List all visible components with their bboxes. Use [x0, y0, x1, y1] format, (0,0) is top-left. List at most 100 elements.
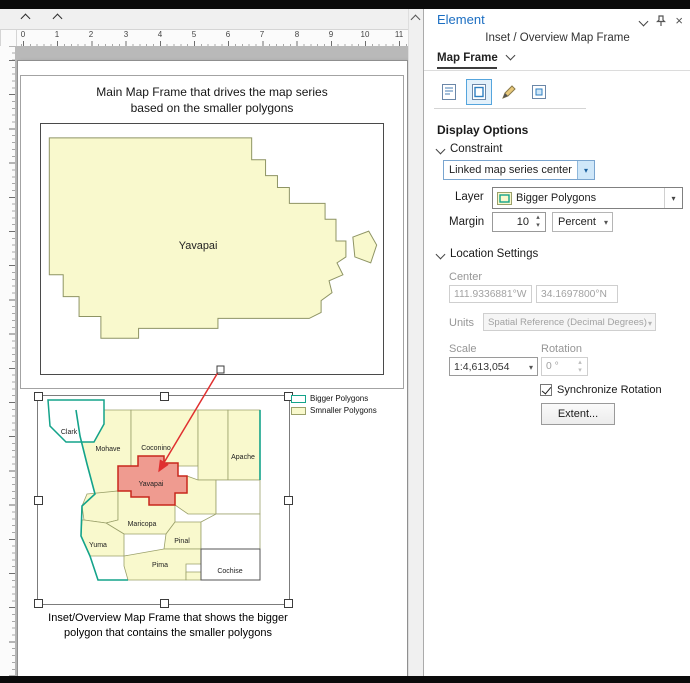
ruler-number: 5	[191, 30, 197, 39]
county-lapaz	[81, 490, 119, 524]
center-latitude-value: 34.1697800°N	[541, 289, 607, 300]
ruler-number: 8	[294, 30, 300, 39]
panel-divider	[424, 70, 690, 71]
spinner-down-icon: ▾	[578, 367, 582, 374]
inset-label-clark: Clark	[61, 429, 78, 436]
center-latitude-field: 34.1697800°N	[536, 285, 618, 303]
extent-button[interactable]: Extent...	[541, 403, 615, 425]
inset-caption: Inset/Overview Map Frame that shows the …	[18, 611, 318, 641]
county-cochise	[200, 548, 261, 581]
element-panel: Element × Inset / Overview Map Frame Map…	[423, 9, 690, 676]
inset-map-frame[interactable]: Clark Mohave Coconino Apache Yavapai Mar…	[34, 392, 293, 608]
constraint-heading: Constraint	[450, 143, 503, 155]
dropdown-arrow-icon[interactable]: ▾	[664, 188, 682, 208]
neighbor-sliver	[352, 230, 378, 264]
dropdown-arrow-icon[interactable]: ▾	[529, 363, 533, 372]
main-map-box[interactable]: Yavapai	[40, 123, 384, 375]
close-icon[interactable]: ×	[675, 14, 683, 27]
layout-toolstrip	[0, 9, 422, 30]
main-map-svg: Yavapai	[48, 137, 378, 339]
ruler-number: 1	[54, 30, 60, 39]
collapse-chevron-icon	[435, 144, 446, 154]
ruler-number: 0	[20, 30, 26, 39]
inset-label-maricopa: Maricopa	[128, 521, 157, 528]
vertical-ruler	[0, 46, 16, 676]
selection-handle[interactable]	[34, 599, 43, 608]
location-settings-heading: Location Settings	[450, 248, 539, 260]
center-label: Center	[449, 271, 483, 283]
margin-unit-dropdown[interactable]: Percent ▾	[552, 212, 613, 232]
selection-handle[interactable]	[284, 599, 293, 608]
county-yavapai-main	[48, 137, 347, 339]
pin-icon[interactable]	[656, 15, 667, 27]
ruler-number: 2	[88, 30, 94, 39]
location-settings-section-header[interactable]: Location Settings	[435, 248, 539, 260]
main-frame-title-line1: Main Map Frame that drives the map serie…	[96, 85, 328, 99]
spinner-up-icon: ▴	[578, 359, 582, 366]
collapse-chevron-icon	[435, 249, 446, 259]
scale-combobox[interactable]: 1:4,613,054 ▾	[449, 357, 538, 376]
legend-label: Bigger Polygons	[310, 394, 369, 403]
selection-handle[interactable]	[284, 496, 293, 505]
display-options-tab-icon[interactable]	[466, 79, 492, 105]
layer-label: Layer	[455, 191, 484, 203]
inset-label-coconino: Coconino	[141, 445, 171, 452]
synchronize-rotation-checkbox[interactable]	[540, 384, 552, 396]
constraint-section-header[interactable]: Constraint	[435, 143, 503, 155]
constraint-type-combobox[interactable]: Linked map series center ▾	[443, 160, 595, 180]
dropdown-arrow-icon: ▾	[603, 218, 608, 227]
inset-label-pima: Pima	[152, 562, 168, 569]
spinner-up-icon[interactable]: ▴	[536, 214, 540, 222]
constraint-type-value: Linked map series center	[449, 164, 572, 176]
rotation-label: Rotation	[541, 343, 582, 355]
inset-caption-line1: Inset/Overview Map Frame that shows the …	[48, 612, 288, 624]
rotation-stepper: 0 ° ▴ ▾	[541, 357, 588, 376]
collapse-chevron-icon[interactable]	[20, 13, 31, 24]
display-options-heading: Display Options	[437, 123, 529, 137]
selection-handle[interactable]	[160, 599, 169, 608]
margin-unit-value: Percent	[558, 216, 596, 228]
spinner-down-icon[interactable]: ▾	[536, 222, 540, 230]
layout-page: Main Map Frame that drives the map serie…	[17, 60, 408, 678]
window-bottom-bar	[0, 676, 690, 683]
display-tab-icon[interactable]	[496, 79, 522, 105]
units-label: Units	[449, 317, 475, 329]
center-longitude-value: 111.9336881°W	[454, 289, 527, 300]
scroll-up-icon[interactable]	[410, 14, 421, 25]
map-legend[interactable]: Bigger Polygons Smnaller Polygons	[291, 394, 403, 418]
inset-caption-line2: polygon that contains the smaller polygo…	[64, 627, 272, 639]
selection-handle[interactable]	[34, 392, 43, 401]
county-santacruz	[185, 571, 202, 581]
panel-menu-chevron-icon[interactable]	[638, 16, 649, 26]
scale-value: 1:4,613,054	[454, 361, 510, 373]
layer-combobox[interactable]: Bigger Polygons ▾	[492, 187, 683, 209]
window-top-bar	[0, 0, 690, 9]
panel-title: Element	[437, 12, 485, 27]
checkmark-icon	[541, 384, 552, 395]
selection-handle[interactable]	[34, 496, 43, 505]
spinner-icon: ▴ ▾	[575, 359, 585, 375]
main-map-frame[interactable]: Main Map Frame that drives the map serie…	[20, 75, 404, 389]
units-dropdown: Spatial Reference (Decimal Degrees) ▾	[483, 313, 656, 331]
options-tab-icon[interactable]	[436, 79, 462, 105]
smaller-polygons-swatch-icon	[291, 406, 306, 415]
rotation-value: 0 °	[546, 361, 559, 372]
dropdown-arrow-icon[interactable]: ▾	[577, 161, 594, 179]
margin-stepper[interactable]: 10 ▴ ▾	[492, 212, 546, 232]
ruler-number: 11	[394, 30, 404, 39]
county-graham	[215, 479, 261, 515]
selection-handle[interactable]	[160, 392, 169, 401]
county-greenlee	[200, 513, 261, 550]
ruler-number: 6	[225, 30, 231, 39]
spinner-icon[interactable]: ▴ ▾	[533, 214, 543, 230]
tab-map-frame[interactable]: Map Frame	[437, 50, 516, 64]
inset-label-apache: Apache	[231, 454, 255, 461]
legend-item: Smnaller Polygons	[291, 406, 403, 415]
vertical-scrollbar[interactable]	[408, 9, 423, 676]
inset-label-pinal: Pinal	[174, 538, 190, 545]
collapse-chevron-icon[interactable]	[52, 13, 63, 24]
placement-tab-icon[interactable]	[526, 79, 552, 105]
layer-thumbnail-icon	[497, 192, 512, 205]
main-frame-title-line2: based on the smaller polygons	[130, 101, 294, 115]
inset-label-yavapai: Yavapai	[139, 481, 164, 488]
